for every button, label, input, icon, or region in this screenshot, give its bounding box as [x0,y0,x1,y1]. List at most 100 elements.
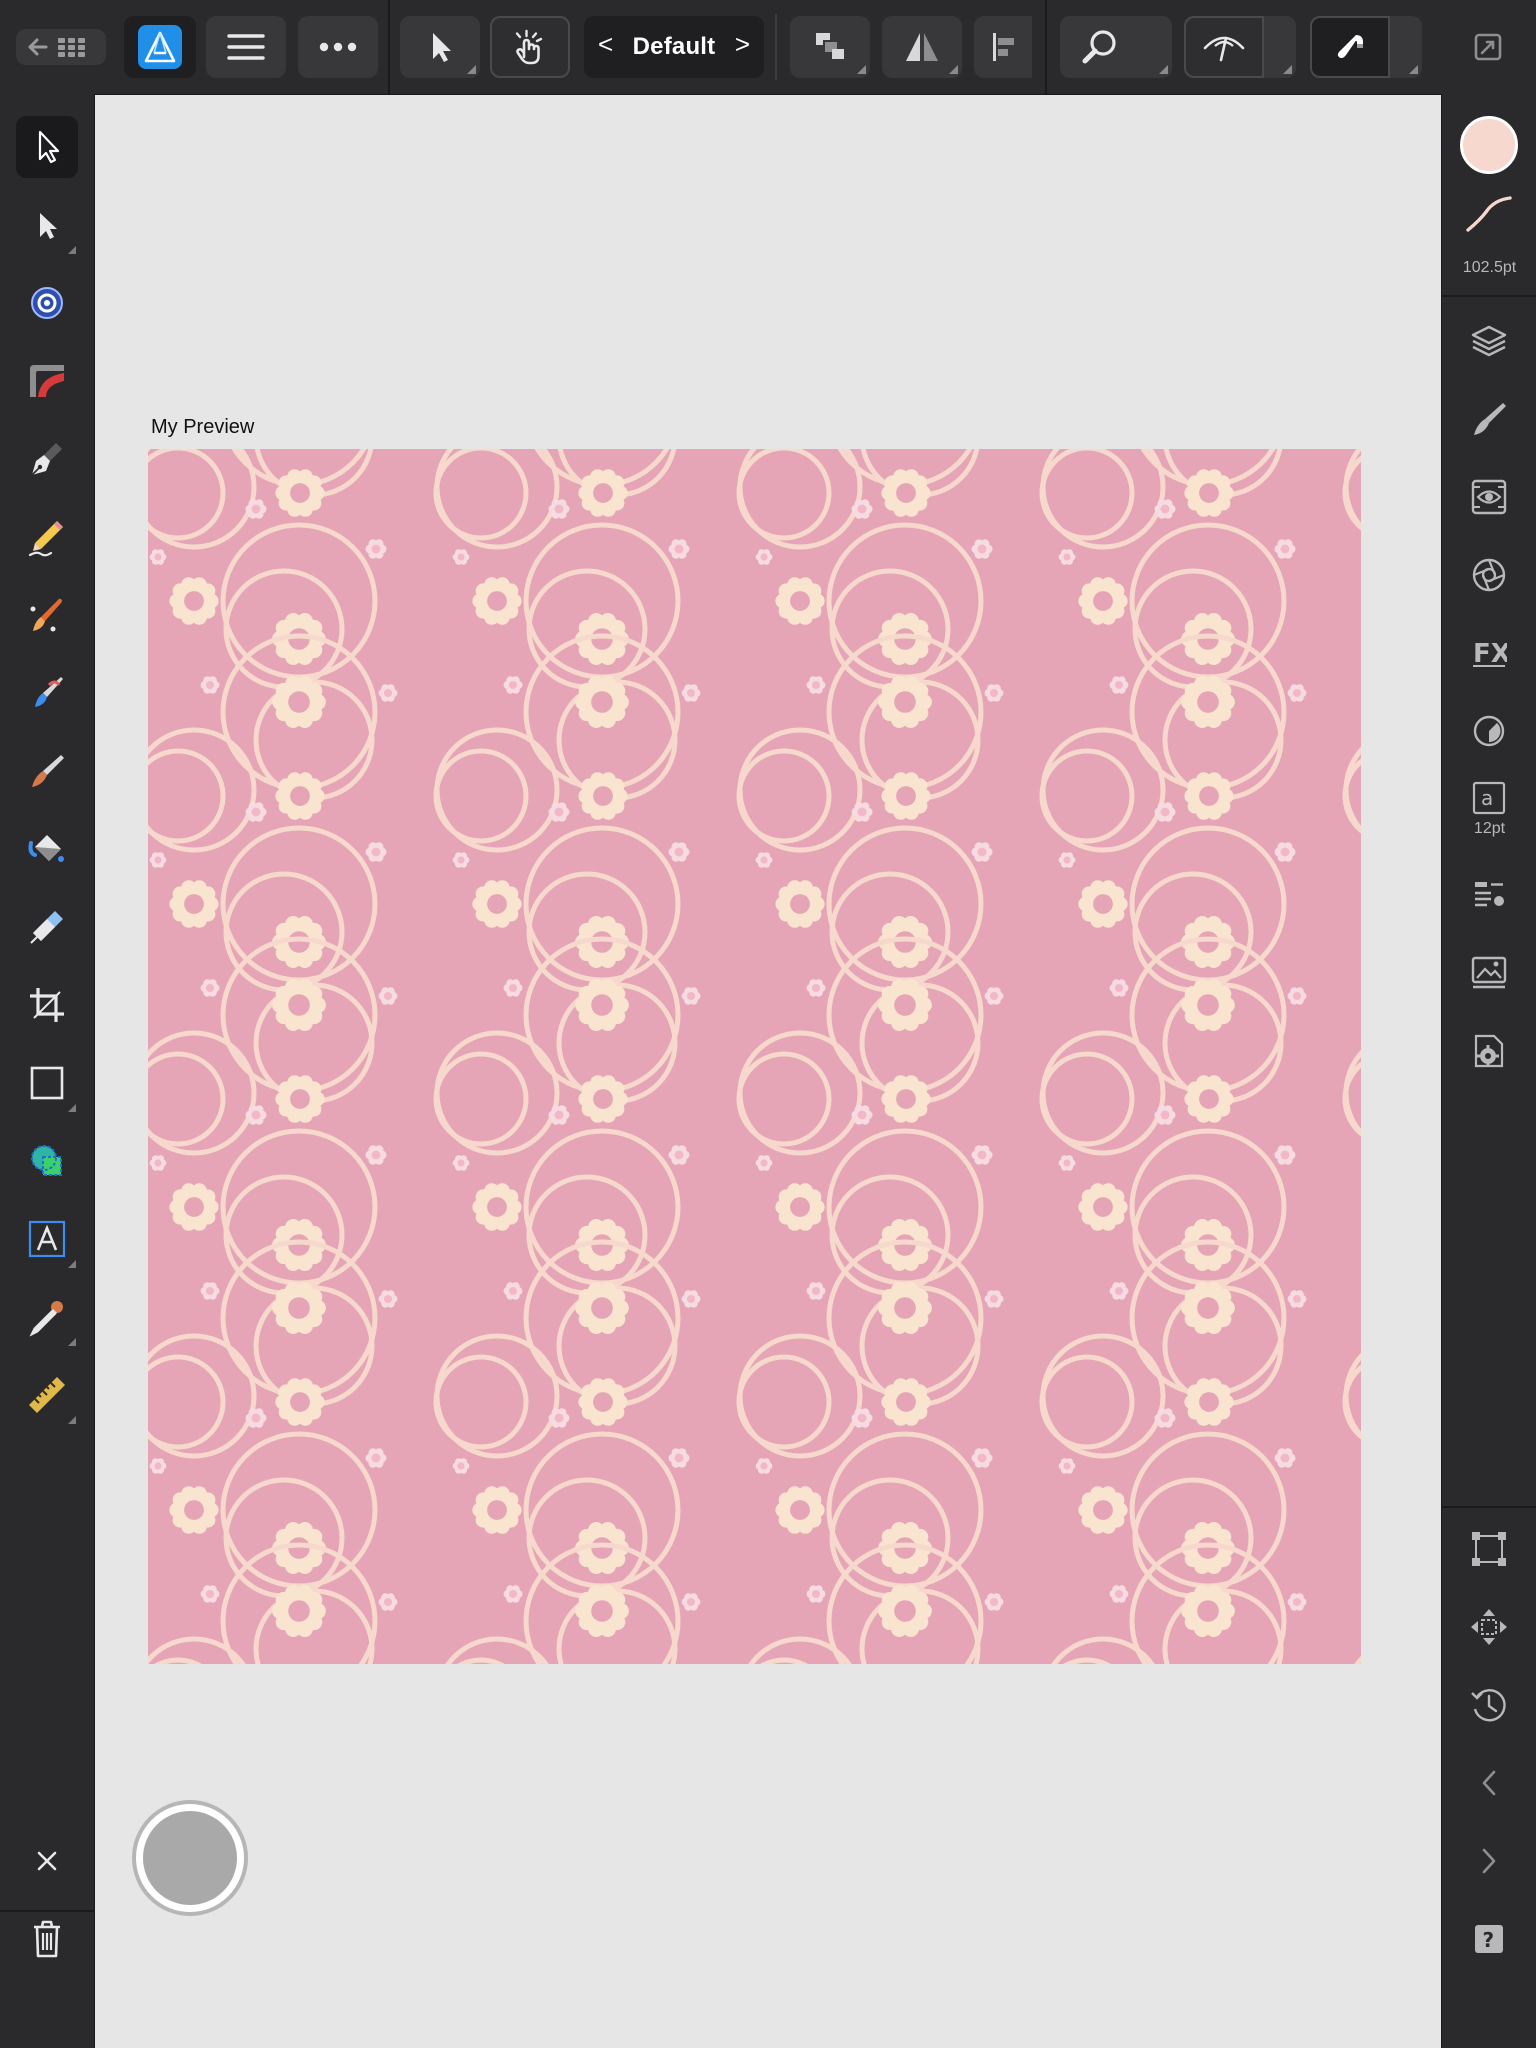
arrange-button[interactable] [790,16,870,78]
artboard[interactable] [148,449,1361,1664]
flower-motif [881,772,931,820]
align-icon [993,33,1014,61]
flower-motif [272,979,326,1031]
flower-motif [575,676,629,728]
assets-panel-button[interactable] [1458,942,1520,1004]
close-button[interactable] [16,1830,78,1892]
adjustments-panel-button[interactable] [1458,544,1520,606]
flower-motif [775,1486,825,1534]
rectangle-tool[interactable] [16,1052,78,1114]
help-button[interactable]: ? [1458,1908,1520,1970]
snapping-options-button[interactable] [1390,16,1422,78]
assistant-next-button[interactable]: > [735,29,750,60]
pen-nib-icon [31,443,62,476]
submenu-indicator [68,1104,76,1112]
submenu-indicator [1409,65,1418,74]
flower-motif [775,577,825,625]
flower-motif [275,469,325,517]
zoom-icon [1082,30,1116,64]
fx-panel-button[interactable]: FX [1458,622,1520,684]
target-icon [31,287,63,319]
transform-panel-button[interactable] [1458,1518,1520,1580]
paint-brush-icon [35,677,63,707]
view-quality-button[interactable] [1184,16,1264,78]
corner-tool[interactable] [16,350,78,412]
transparency-tool[interactable] [16,896,78,958]
flower-motif [575,1585,629,1637]
redo-button[interactable] [1458,1830,1520,1892]
paint-brush-tool[interactable] [16,662,78,724]
undo-button[interactable] [1458,1752,1520,1814]
appearance-icon [1471,479,1507,515]
crop-tool[interactable] [16,974,78,1036]
flower-motif [272,676,326,728]
zoom-button[interactable] [1060,16,1140,78]
pencil-icon [28,521,63,557]
brushes-panel-button[interactable] [1458,388,1520,450]
delete-button[interactable] [16,1908,78,1970]
flower-motif [1181,676,1235,728]
flower-motif [878,1585,932,1637]
back-grid-button[interactable] [16,29,106,65]
stroke-button[interactable] [1458,192,1520,236]
assistant-prev-button[interactable]: < [598,29,613,60]
measure-tool[interactable] [16,1364,78,1426]
align-button[interactable] [974,16,1032,78]
move-tool[interactable] [16,116,78,178]
trash-icon [34,1920,60,1958]
stroke-width-label: 102.5pt [1462,259,1517,276]
flower-motif [881,1378,931,1426]
settings-panel-button[interactable] [1458,1020,1520,1082]
close-icon [37,1851,57,1871]
color-panel-button[interactable] [1458,700,1520,762]
submenu-indicator [68,1260,76,1268]
navigator-panel-button[interactable] [1458,1596,1520,1658]
persona-button[interactable] [124,16,196,78]
flower-motif [275,1075,325,1123]
fill-color-button[interactable] [1458,114,1520,176]
toolbar-separator [1045,0,1047,94]
artistic-text-tool[interactable] [16,1208,78,1270]
fullscreen-button[interactable] [1462,16,1514,78]
paragraph-panel-button[interactable] [1458,864,1520,926]
shape-builder-tool[interactable] [16,1130,78,1192]
assistant-switcher[interactable]: < Default > [584,16,764,78]
text-styles-panel-button[interactable]: a [1458,770,1520,826]
flower-motif [169,1183,219,1231]
pen-tool[interactable] [16,428,78,490]
submenu-indicator [1159,65,1168,74]
point-transform-tool[interactable] [16,272,78,334]
flower-motif [775,880,825,928]
flip-button[interactable] [882,16,962,78]
appearance-panel-button[interactable] [1458,466,1520,528]
record-button[interactable] [132,1800,248,1916]
more-button[interactable] [298,16,378,78]
view-options-button[interactable] [1264,16,1296,78]
flower-motif [1078,880,1128,928]
fill-tool[interactable] [16,818,78,880]
artboard-title: My Preview [151,416,255,438]
layers-panel-button[interactable] [1458,310,1520,372]
history-panel-button[interactable] [1458,1674,1520,1736]
menu-icon [227,34,265,60]
flower-motif [1184,1075,1234,1123]
flower-motif [169,1486,219,1534]
touch-gesture-button[interactable] [490,16,570,78]
svg-text:?: ? [1483,1928,1495,1952]
vector-brush-tool[interactable] [16,584,78,646]
node-tool[interactable] [16,194,78,256]
toolbar-separator [775,14,777,80]
zoom-options-button[interactable] [1140,16,1172,78]
pixel-brush-tool[interactable] [16,740,78,802]
pencil-tool[interactable] [16,506,78,568]
more-icon [319,42,357,52]
flower-motif [881,1075,931,1123]
redo-icon [1482,1848,1496,1874]
undo-icon [1482,1770,1496,1796]
color-picker-tool[interactable] [16,1286,78,1348]
menu-button[interactable] [206,16,286,78]
help-icon: ? [1475,1925,1503,1953]
move-mode-button[interactable] [400,16,480,78]
snapping-button[interactable] [1310,16,1390,78]
back-grid-icon [28,38,85,57]
